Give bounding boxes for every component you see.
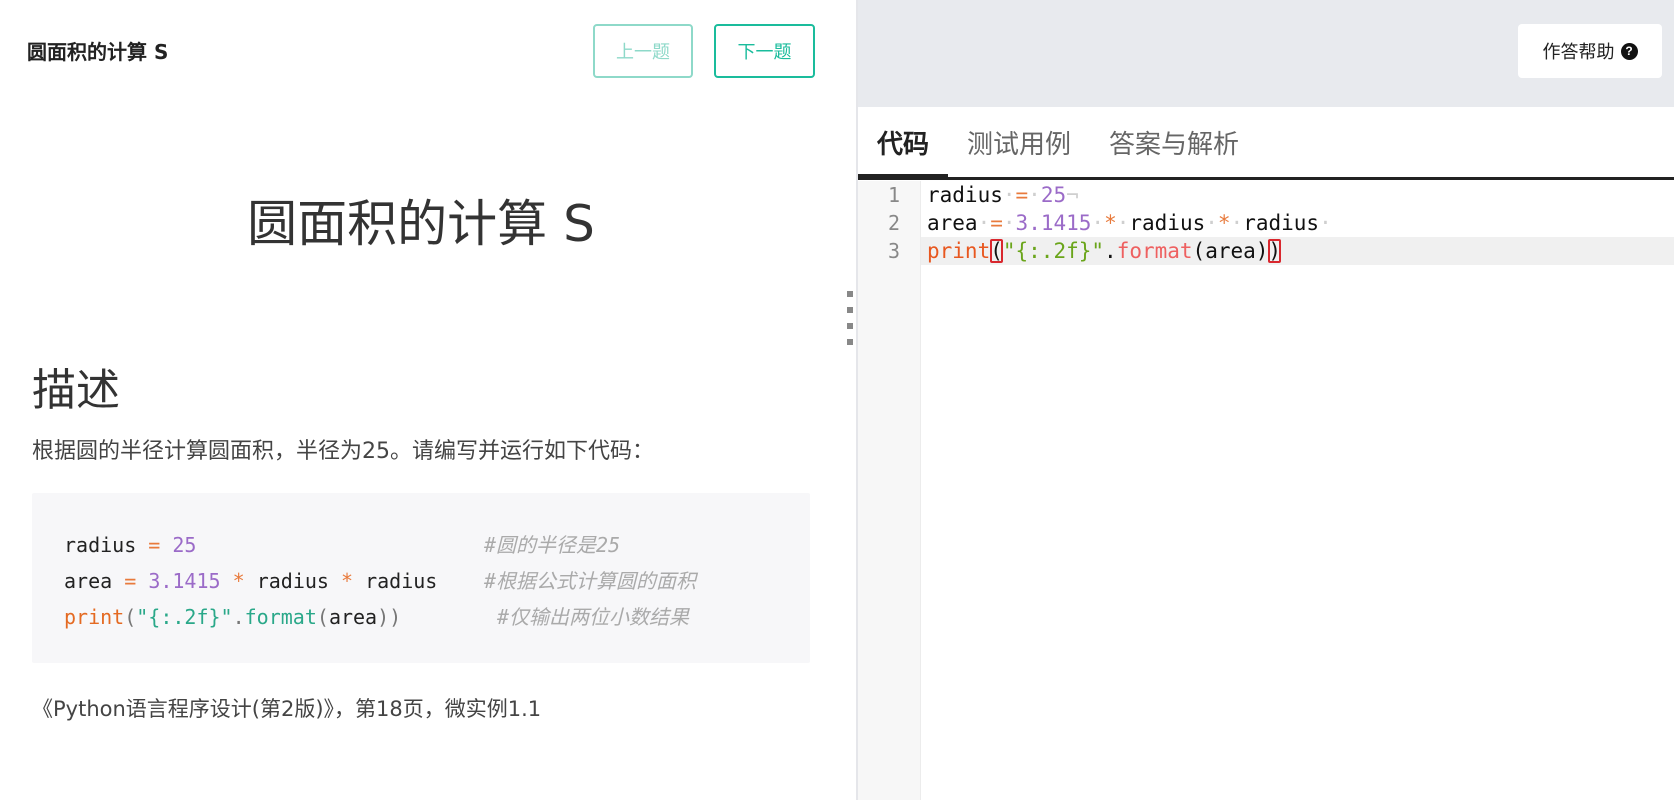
editor-line[interactable]: radius·=·25¬	[921, 181, 1674, 209]
code-line: print("{:.2f}".format(area)) #仅输出两位小数结果	[64, 599, 778, 635]
tab-code[interactable]: 代码	[858, 107, 949, 180]
code-comment: #根据公式计算圆的面积	[484, 569, 697, 593]
code-comment: #圆的半径是25	[484, 533, 621, 557]
editor-toolbar: 作答帮助 ?	[858, 0, 1674, 107]
code-line: area = 3.1415 * radius * radius #根据公式计算圆的…	[64, 563, 778, 599]
next-question-button[interactable]: 下一题	[714, 24, 815, 78]
editor-tabs: 代码 测试用例 答案与解析	[858, 107, 1674, 180]
code-comment: #仅输出两位小数结果	[497, 605, 690, 629]
line-number: 2	[887, 211, 900, 235]
tab-test-cases[interactable]: 测试用例	[948, 107, 1090, 177]
question-circle-icon: ?	[1620, 42, 1638, 60]
editor-line[interactable]: print("{:.2f}".format(area))	[921, 237, 1674, 265]
handle-dot	[847, 323, 853, 329]
description-text: 根据圆的半径计算圆面积，半径为25。请编写并运行如下代码：	[32, 439, 654, 464]
tab-answer-analysis[interactable]: 答案与解析	[1090, 107, 1258, 177]
editor-pane: 作答帮助 ? 代码 测试用例 答案与解析 1 2 3 radius·=·25¬ area·…	[858, 0, 1674, 800]
code-editor[interactable]: 1 2 3 radius·=·25¬ area·=·3.1415·*·radius·*…	[858, 181, 1674, 800]
handle-dot	[847, 291, 853, 297]
description-heading: 描述	[32, 365, 120, 416]
handle-dot	[847, 307, 853, 313]
editor-line[interactable]: area·=·3.1415·*·radius·*·radius·	[921, 209, 1674, 237]
problem-title: 圆面积的计算 S	[247, 195, 595, 253]
line-number: 1	[887, 183, 900, 207]
handle-dot	[847, 339, 853, 345]
code-line: radius = 25 #圆的半径是25	[64, 527, 778, 563]
line-number-gutter: 1 2 3	[858, 181, 921, 800]
resize-handle[interactable]	[846, 291, 854, 345]
editor-lines[interactable]: radius·=·25¬ area·=·3.1415·*·radius·*·rad…	[921, 181, 1674, 265]
header-title: 圆面积的计算 S	[27, 40, 169, 64]
problem-pane: 圆面积的计算 S 上一题 下一题 圆面积的计算 S 描述 根据圆的半径计算圆面积…	[0, 0, 858, 800]
help-label: 作答帮助	[1542, 42, 1615, 62]
example-code-block: radius = 25 #圆的半径是25 area = 3.1415 * radiu…	[32, 493, 810, 663]
line-number: 3	[887, 239, 900, 263]
help-button[interactable]: 作答帮助 ?	[1518, 24, 1662, 78]
prev-question-button[interactable]: 上一题	[593, 24, 693, 78]
source-reference: 《Python语言程序设计(第2版)》，第18页，微实例1.1	[32, 697, 542, 721]
